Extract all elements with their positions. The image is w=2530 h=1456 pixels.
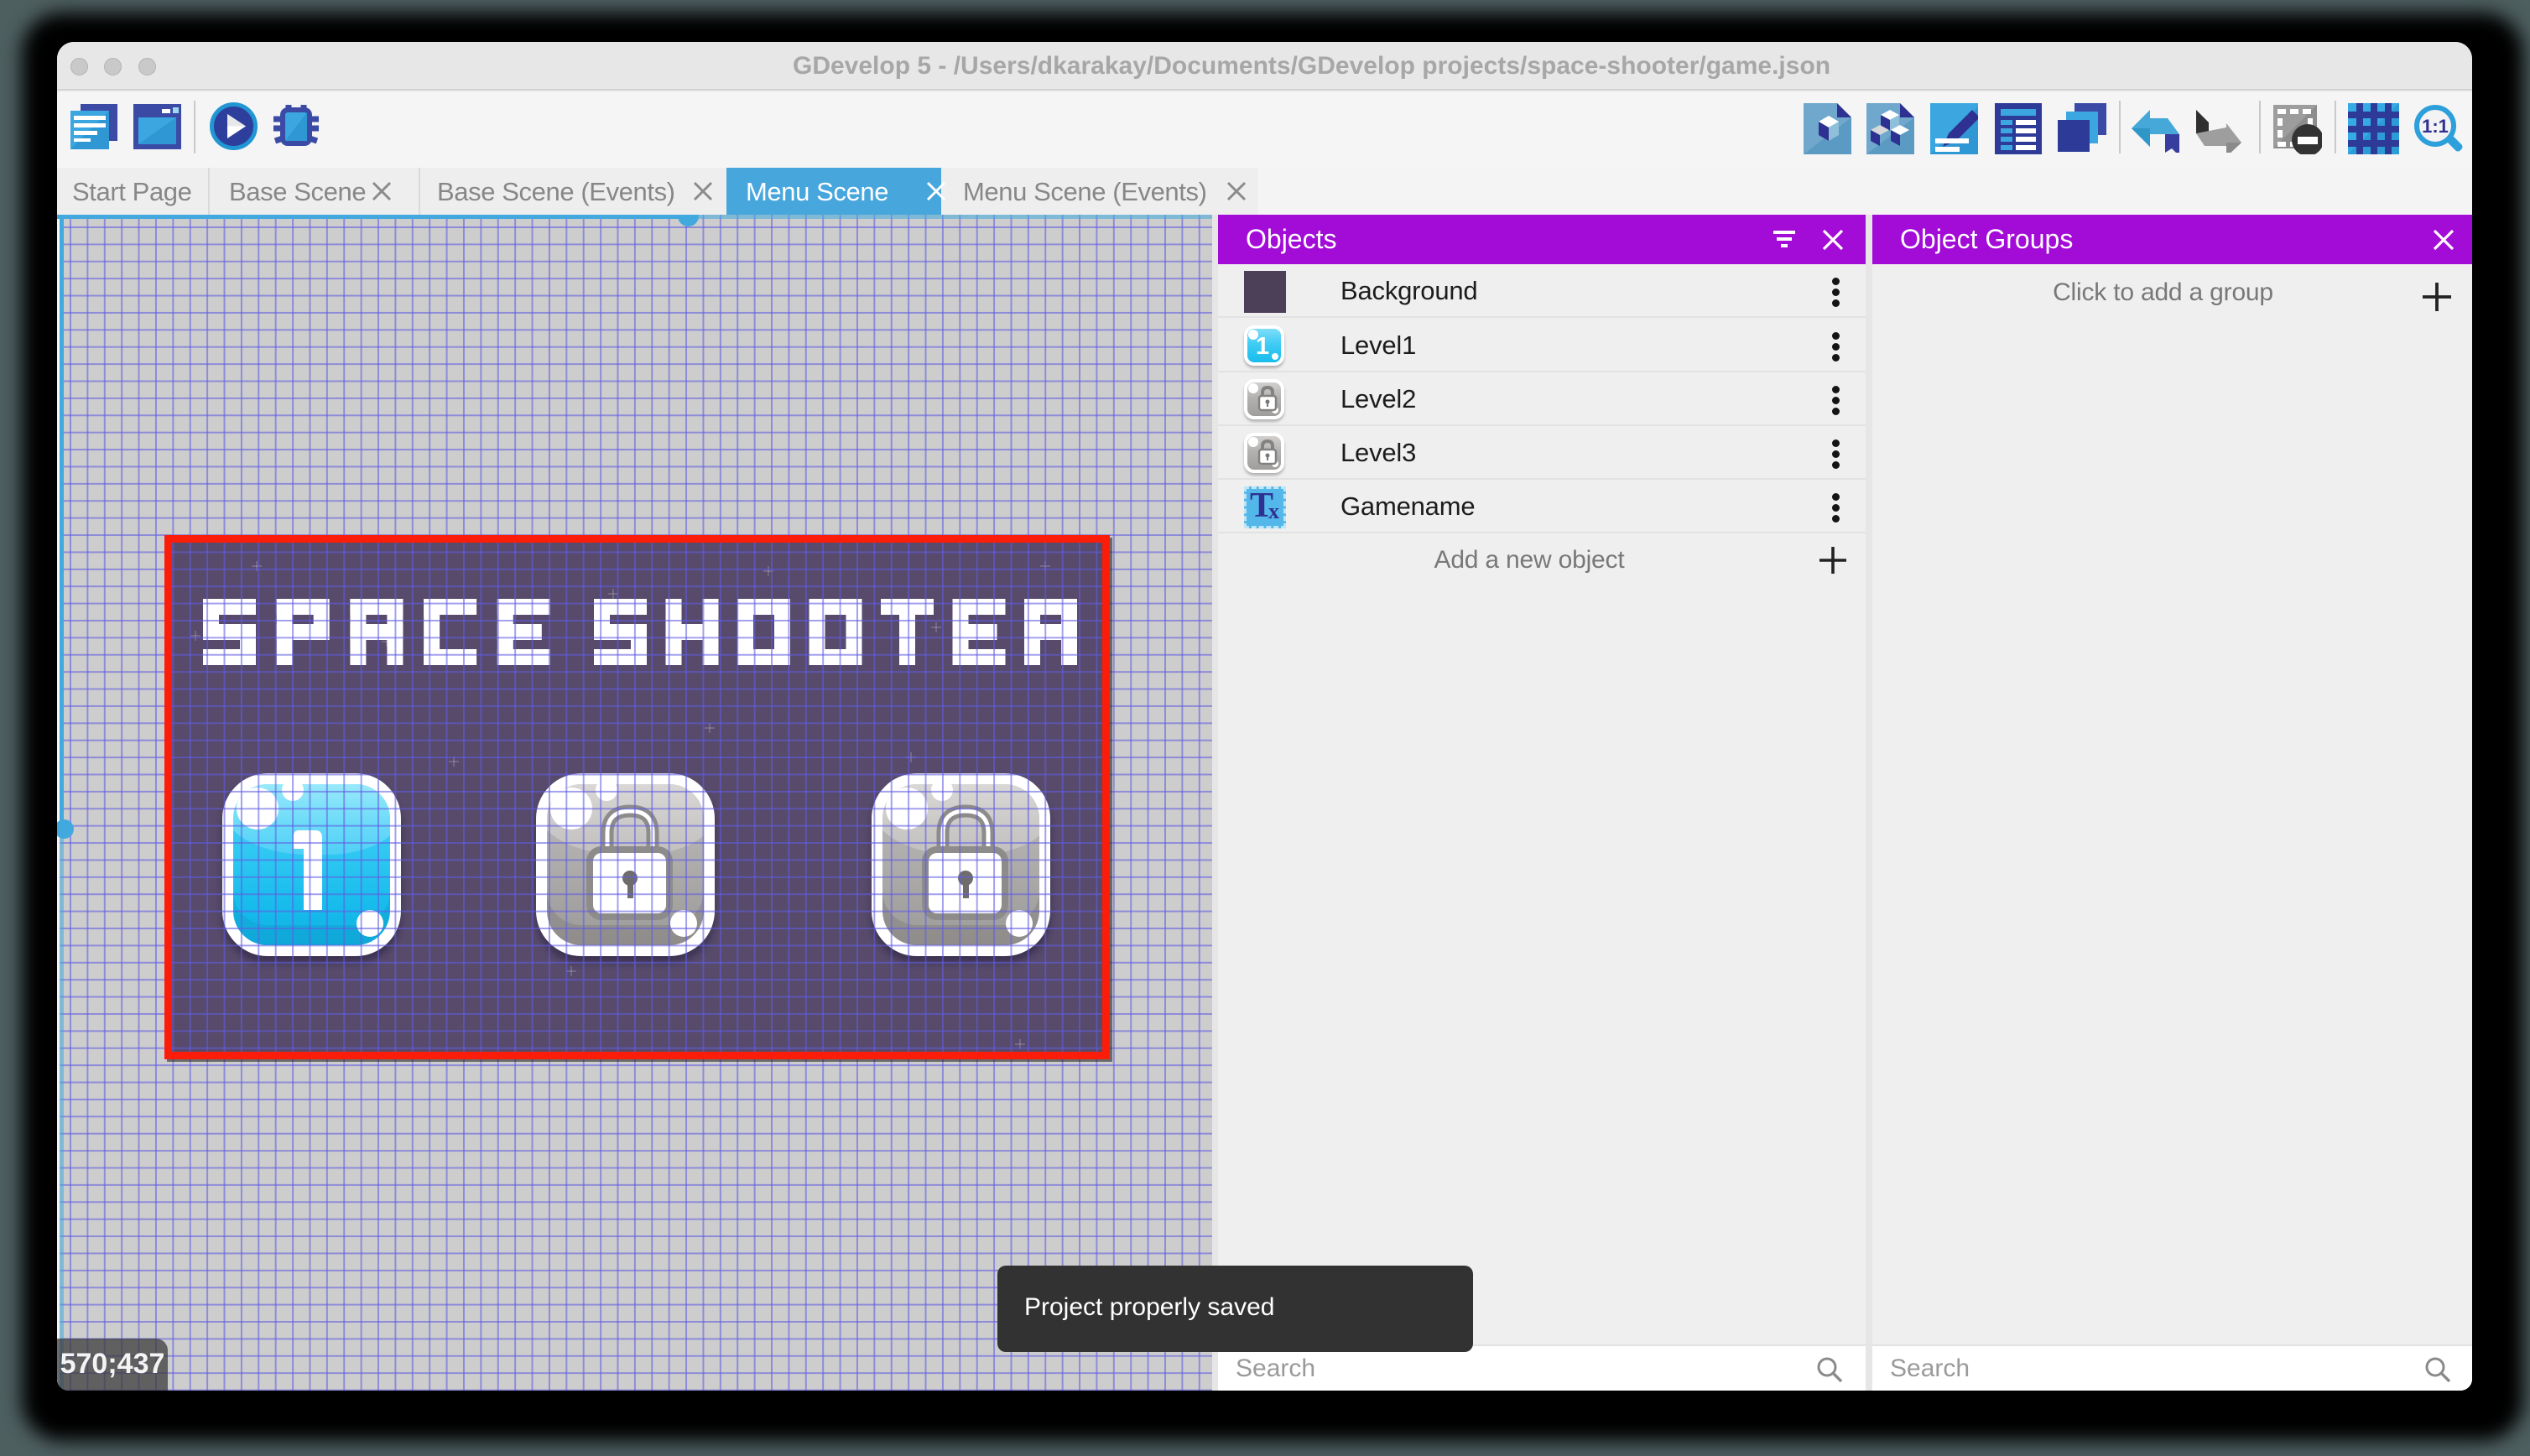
svg-text:1:1: 1:1	[2422, 116, 2449, 137]
